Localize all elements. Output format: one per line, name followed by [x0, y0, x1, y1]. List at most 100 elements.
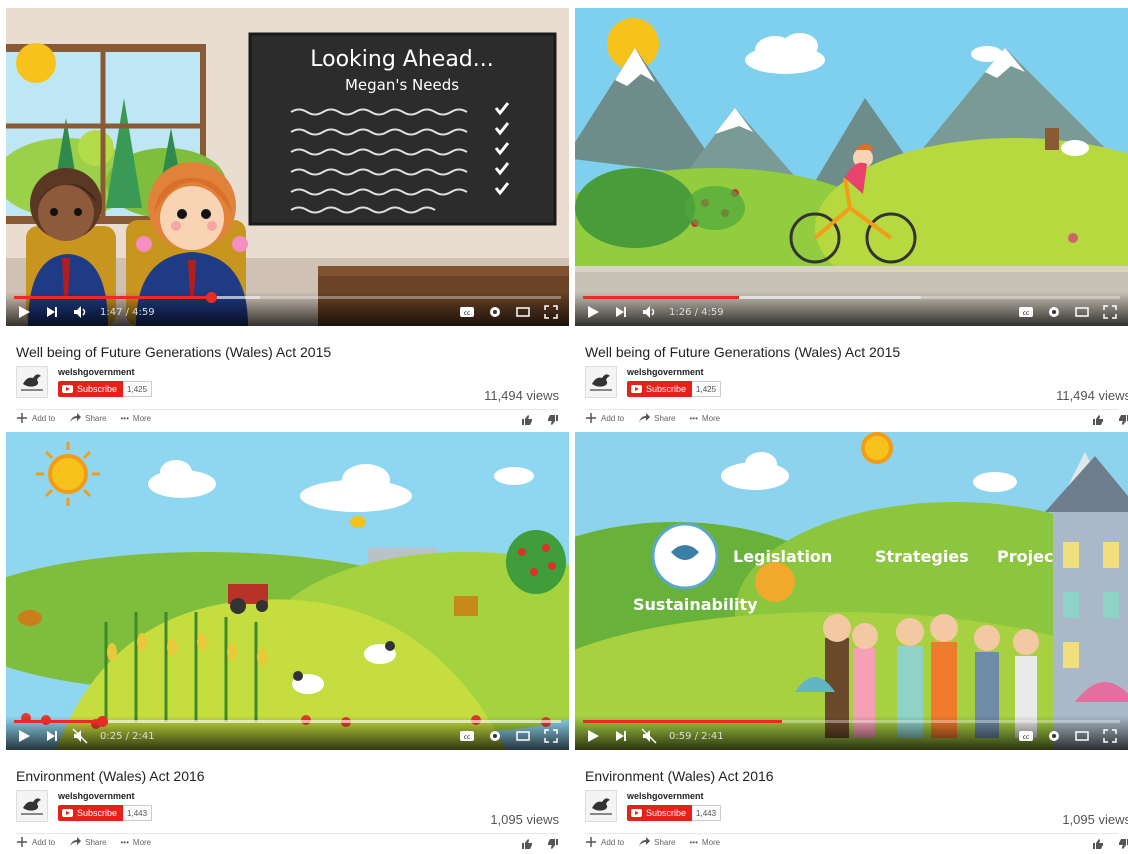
captions-icon[interactable]: cc — [1018, 304, 1034, 320]
settings-gear-icon[interactable] — [487, 304, 503, 320]
theater-mode-icon[interactable] — [515, 728, 531, 744]
fullscreen-icon[interactable] — [1102, 728, 1118, 744]
settings-gear-icon[interactable] — [487, 728, 503, 744]
more-dots-icon: ••• — [120, 837, 129, 847]
video-card: 1:26 / 4:59 cc Well being of Future Gene… — [575, 8, 1128, 432]
captions-icon[interactable]: cc — [459, 728, 475, 744]
time-display: 0:59 / 2:41 — [669, 730, 724, 742]
thumbs-up-icon[interactable] — [1092, 837, 1104, 854]
muted-volume-icon[interactable] — [72, 728, 88, 744]
volume-icon[interactable] — [72, 304, 88, 320]
subscribe-button[interactable]: Subscribe 1,425 — [58, 381, 153, 397]
share-button[interactable]: Share — [638, 412, 676, 424]
channel-avatar[interactable] — [16, 790, 48, 822]
like-dislike — [521, 413, 559, 431]
play-icon[interactable] — [585, 728, 601, 744]
subscribe-label: Subscribe — [646, 808, 687, 818]
like-dislike — [1092, 837, 1128, 854]
thumbs-down-icon[interactable] — [547, 837, 559, 854]
theater-mode-icon[interactable] — [515, 304, 531, 320]
played-bar — [583, 720, 782, 723]
action-bar: Add to Share ••• More — [16, 412, 151, 424]
video-info: Environment (Wales) Act 2016 welshgovern… — [6, 750, 569, 854]
video-title: Well being of Future Generations (Wales)… — [16, 344, 332, 360]
more-label: More — [132, 837, 152, 847]
thumbs-down-icon[interactable] — [1118, 413, 1128, 431]
channel-avatar[interactable] — [16, 366, 48, 398]
channel-avatar[interactable] — [585, 366, 617, 398]
share-label: Share — [654, 837, 676, 847]
like-dislike — [521, 837, 559, 854]
thumbs-up-icon[interactable] — [1092, 413, 1104, 431]
thumbs-up-icon[interactable] — [521, 413, 533, 431]
channel-name[interactable]: welshgovernment — [627, 367, 704, 377]
thumbs-down-icon[interactable] — [547, 413, 559, 431]
scrubber-handle[interactable] — [96, 716, 108, 727]
settings-gear-icon[interactable] — [1046, 304, 1062, 320]
theater-mode-icon[interactable] — [1074, 304, 1090, 320]
action-bar: Add to Share ••• More — [585, 412, 720, 424]
view-count: 11,494 views — [1056, 388, 1128, 403]
subscribe-button[interactable]: Subscribe 1,425 — [627, 381, 722, 397]
fullscreen-icon[interactable] — [543, 728, 559, 744]
captions-icon[interactable]: cc — [459, 304, 475, 320]
add-to-label: Add to — [601, 837, 625, 847]
channel-name[interactable]: welshgovernment — [58, 791, 135, 801]
subscribe-button[interactable]: Subscribe 1,443 — [627, 805, 722, 821]
channel-name[interactable]: welshgovernment — [58, 367, 135, 377]
more-dots-icon: ••• — [689, 837, 698, 847]
thumbs-up-icon[interactable] — [521, 837, 533, 854]
channel-name[interactable]: welshgovernment — [627, 791, 704, 801]
settings-gear-icon[interactable] — [1046, 728, 1062, 744]
fullscreen-icon[interactable] — [1102, 304, 1118, 320]
more-button[interactable]: ••• More — [121, 838, 152, 847]
video-player[interactable]: Legislation Strategies Projects Sustaina… — [575, 432, 1128, 750]
subscribe-button[interactable]: Subscribe 1,443 — [58, 805, 153, 821]
muted-volume-icon[interactable] — [641, 728, 657, 744]
progress-bar[interactable] — [583, 296, 1120, 299]
progress-bar[interactable] — [583, 720, 1120, 723]
played-bar — [14, 720, 102, 723]
scrubber-handle[interactable] — [205, 292, 217, 303]
more-button[interactable]: ••• More — [690, 414, 721, 423]
add-to-button[interactable]: Add to — [16, 412, 55, 424]
add-to-button[interactable]: Add to — [585, 836, 624, 848]
thumbs-down-icon[interactable] — [1118, 837, 1128, 854]
next-icon[interactable] — [613, 728, 629, 744]
video-player[interactable]: Looking Ahead... Megan's Needs 1:47 / 4:… — [6, 8, 569, 326]
next-icon[interactable] — [613, 304, 629, 320]
more-label: More — [132, 413, 152, 423]
captions-icon[interactable]: cc — [1018, 728, 1034, 744]
progress-bar[interactable] — [14, 716, 561, 727]
more-button[interactable]: ••• More — [690, 838, 721, 847]
play-icon[interactable] — [585, 304, 601, 320]
video-player[interactable]: 0:25 / 2:41 cc — [6, 432, 569, 750]
svg-text:cc: cc — [1023, 734, 1030, 741]
share-button[interactable]: Share — [69, 836, 107, 848]
add-to-button[interactable]: Add to — [16, 836, 55, 848]
video-player[interactable]: 1:26 / 4:59 cc — [575, 8, 1128, 326]
next-icon[interactable] — [44, 728, 60, 744]
progress-bar[interactable] — [14, 292, 561, 303]
like-dislike — [1092, 413, 1128, 431]
add-to-button[interactable]: Add to — [585, 412, 624, 424]
next-icon[interactable] — [44, 304, 60, 320]
subscriber-count: 1,443 — [692, 805, 722, 821]
video-frame: Legislation Strategies Projects Sustaina… — [575, 432, 1128, 750]
share-button[interactable]: Share — [69, 412, 107, 424]
volume-icon[interactable] — [641, 304, 657, 320]
theater-mode-icon[interactable] — [1074, 728, 1090, 744]
more-label: More — [701, 413, 721, 423]
channel-avatar[interactable] — [585, 790, 617, 822]
fullscreen-icon[interactable] — [543, 304, 559, 320]
youtube-play-icon — [62, 809, 73, 817]
video-card: 0:25 / 2:41 cc Environment (Wales) Act 2… — [6, 432, 569, 854]
more-button[interactable]: ••• More — [121, 414, 152, 423]
more-dots-icon: ••• — [120, 413, 129, 423]
plus-icon — [17, 837, 27, 847]
play-icon[interactable] — [16, 728, 32, 744]
board-subtitle: Megan's Needs — [345, 76, 459, 94]
share-button[interactable]: Share — [638, 836, 676, 848]
play-icon[interactable] — [16, 304, 32, 320]
svg-text:cc: cc — [464, 734, 471, 741]
